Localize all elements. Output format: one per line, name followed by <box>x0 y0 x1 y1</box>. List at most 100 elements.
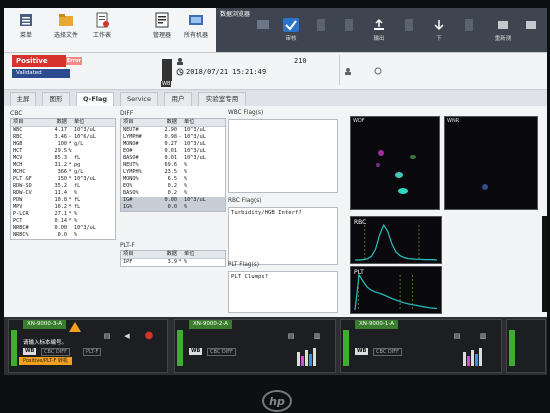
item-name: MPV <box>13 204 23 210</box>
item-name: EO# <box>123 148 133 154</box>
analyzer-card-3[interactable]: XN-9000-3-A ▤ ◀ ● 请输入标本编号。 WB CBC DIFF P… <box>8 319 168 373</box>
table-row[interactable]: MCH 31.2 * pg <box>11 162 115 169</box>
table-row[interactable]: MPV 10.2 * fL <box>11 204 115 211</box>
item-unit: 10^3/uL <box>184 155 206 161</box>
select-file-label: 选择文件 <box>53 32 78 39</box>
next-button[interactable]: 下 <box>426 18 452 50</box>
item-unit: % <box>184 183 188 189</box>
wb-label: WB <box>161 81 172 87</box>
table-row[interactable]: NRBC% 0.0% <box>11 232 115 239</box>
item-value: 0.0 <box>57 232 67 238</box>
table-row[interactable]: WBC 4.17 10^3/uL <box>11 127 115 134</box>
table-row[interactable]: NEUT% 69.6% <box>121 162 225 169</box>
all-analyzers-button[interactable]: 所有机器 <box>180 12 212 48</box>
table-row[interactable]: IPF 3.9 *% <box>121 259 225 266</box>
printer-icon[interactable]: ▤ <box>451 332 463 340</box>
analyzer-name: XN-9000-2-A <box>189 320 232 329</box>
table-row[interactable]: HGB 100 * g/L <box>11 141 115 148</box>
positive-badge: Positive Error <box>12 55 82 67</box>
item-value: 31.2 <box>54 162 68 168</box>
table-row[interactable]: PCT 0.14 *% <box>11 218 115 225</box>
table-row[interactable]: RBC 3.46-10^6/uL <box>11 134 115 141</box>
output-label: 输出 <box>373 36 385 42</box>
tab-service[interactable]: Service <box>120 92 158 106</box>
doc3-button[interactable] <box>396 18 422 50</box>
tab-graph[interactable]: 图形 <box>42 92 70 106</box>
wbc-flags-box <box>228 119 338 193</box>
sample-status-row: Positive Error Validated WB 210 2018/07/… <box>4 53 547 90</box>
printer-icon[interactable]: ▤ <box>101 332 113 340</box>
table-row[interactable]: MCHC 366 * g/L <box>11 169 115 176</box>
worksheet-button[interactable]: 工作表 <box>86 12 118 48</box>
table-row[interactable]: PLT &F 150 * 10^3/uL <box>11 176 115 183</box>
table-row[interactable]: MONO# 0.27 10^3/uL <box>121 141 225 148</box>
printer-icon[interactable]: ▤ <box>285 332 297 340</box>
table-row[interactable]: PDW 10.8 * fL <box>11 197 115 204</box>
analyzer-card-partial[interactable] <box>506 319 546 373</box>
monitor-button[interactable] <box>250 18 276 50</box>
item-value: 366 <box>57 169 67 175</box>
table-row[interactable]: BASO# 0.01 10^3/uL <box>121 155 225 162</box>
table-row[interactable]: IG% 0.0% <box>121 204 225 211</box>
doc2-icon <box>345 19 353 31</box>
folder-icon <box>59 14 73 26</box>
user-icon <box>177 58 183 65</box>
analyzer-card-2[interactable]: XN-9000-2-A ▤ ▥ WB CBC DIFF <box>174 319 336 373</box>
table-row[interactable]: IG# 0.00 10^3/uL <box>121 197 225 204</box>
item-unit: % <box>184 204 188 210</box>
barcode-icon[interactable]: ▥ <box>477 332 489 340</box>
table-row[interactable]: BASO% 0.2% <box>121 190 225 197</box>
doc2-button[interactable] <box>336 18 362 50</box>
table-row[interactable]: RDW-SD 35.2 fL <box>11 183 115 190</box>
doc-button[interactable] <box>308 18 334 50</box>
table-row[interactable]: MCV 85.3 fL <box>11 155 115 162</box>
item-name: IPF <box>123 259 133 265</box>
more-button[interactable] <box>518 18 544 50</box>
table-row[interactable]: LYMPH% 23.5% <box>121 169 225 176</box>
item-unit: % <box>184 176 188 182</box>
item-name: RDW-CV <box>13 190 32 196</box>
analyzer-status-indicator <box>509 330 515 366</box>
table-row[interactable]: EO# 0.01 10^3/uL <box>121 148 225 155</box>
manager-button[interactable]: 管理器 <box>146 12 178 48</box>
item-name: PCT <box>13 218 23 224</box>
wbc-flags-title: WBC Flag(s) <box>228 110 264 116</box>
stop-icon[interactable]: ● <box>143 330 155 341</box>
table-row[interactable]: MONO% 6.5% <box>121 176 225 183</box>
table-row[interactable]: NRBC# 0.00 10^3/uL <box>11 225 115 232</box>
item-name: NRBC% <box>13 232 29 238</box>
table-row[interactable]: NEUT# 2.90 10^3/uL <box>121 127 225 134</box>
speaker-icon[interactable]: ◀ <box>121 332 133 340</box>
tab-main[interactable]: 主屏 <box>10 92 36 106</box>
table-row[interactable]: HCT 29.5% <box>11 148 115 155</box>
analyzer-message: 请输入标本编号。 <box>23 340 68 346</box>
analyzer-mode: CBC DIFF <box>373 348 402 356</box>
plt-f-header-row: 项目 数据 单位 <box>121 251 225 259</box>
analyzer-status-indicator <box>177 330 183 366</box>
rerun-button[interactable]: 重新测 <box>490 18 516 50</box>
item-value: 4.17 <box>54 127 68 133</box>
table-row[interactable]: EO% 0.2% <box>121 183 225 190</box>
barcode-icon[interactable]: ▥ <box>311 332 323 340</box>
item-unit: g/L <box>74 141 84 147</box>
analyzer-alert-bar[interactable]: Positive/PLT-F 转机 <box>19 357 72 365</box>
output-button[interactable]: 输出 <box>366 18 392 50</box>
item-value: 0.01 <box>164 155 178 161</box>
table-row[interactable]: P-LCR 27.1 *% <box>11 211 115 218</box>
item-name: WBC <box>13 127 23 133</box>
menu-button[interactable]: 菜单 <box>10 12 42 48</box>
plt-f-title: PLT-F <box>120 242 135 249</box>
table-row[interactable]: LYMPH# 0.98-10^3/uL <box>121 134 225 141</box>
plt-f-table: 项目 数据 单位 IPF 3.9 *% <box>120 250 226 267</box>
analyzer-card-1[interactable]: XN-9000-1-A ▤ ▥ WB CBC DIFF <box>340 319 502 373</box>
select-file-button[interactable]: 选择文件 <box>50 12 82 48</box>
cbc-header-row: 项目 数据 单位 <box>11 119 115 127</box>
table-row[interactable]: RDW-CV 11.4% <box>11 190 115 197</box>
tab-q-flag[interactable]: Q-Flag <box>76 92 114 106</box>
analyzer-status-indicator <box>343 330 349 366</box>
divider <box>339 55 340 85</box>
validate-button[interactable]: 审核 <box>278 18 304 50</box>
tab-user[interactable]: 用户 <box>164 92 192 106</box>
doc4-button[interactable] <box>456 18 482 50</box>
tab-lab-only[interactable]: 实验室专用 <box>198 92 246 106</box>
